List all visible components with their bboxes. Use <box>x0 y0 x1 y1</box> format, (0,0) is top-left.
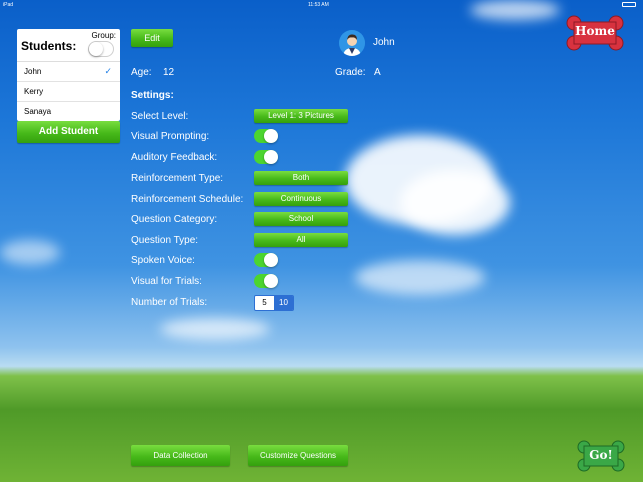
visual-prompting-label: Visual Prompting: <box>131 131 210 142</box>
spoken-voice-toggle[interactable] <box>254 253 278 267</box>
select-level-label: Select Level: <box>131 111 189 122</box>
number-of-trials-selector: 5 10 <box>254 295 294 311</box>
settings-heading: Settings: <box>131 90 174 101</box>
age-value: 12 <box>163 67 175 78</box>
add-student-button[interactable]: Add Student <box>17 121 120 143</box>
home-label: Home <box>575 24 615 38</box>
student-name: John <box>24 67 42 76</box>
select-level-button[interactable]: Level 1: 3 Pictures <box>254 109 348 123</box>
visual-prompting-toggle[interactable] <box>254 129 278 143</box>
grade-label: Grade: <box>335 67 366 78</box>
visual-for-trials-label: Visual for Trials: <box>131 276 202 287</box>
auditory-feedback-label: Auditory Feedback: <box>131 152 218 163</box>
question-type-label: Question Type: <box>131 235 199 246</box>
grade-value: A <box>374 67 381 78</box>
cloud-decoration <box>0 240 60 265</box>
edit-button[interactable]: Edit <box>131 29 173 47</box>
students-panel: Students: Group: John ✓ Kerry Sanaya <box>17 29 120 121</box>
reinforcement-schedule-button[interactable]: Continuous <box>254 192 348 206</box>
number-of-trials-label: Number of Trials: <box>131 297 208 308</box>
reinforcement-type-label: Reinforcement Type: <box>131 173 224 184</box>
checkmark-icon: ✓ <box>104 66 112 76</box>
student-name: Kerry <box>24 87 44 96</box>
group-toggle[interactable] <box>88 41 114 57</box>
go-button[interactable]: Go! <box>577 440 625 472</box>
student-row-kerry[interactable]: Kerry <box>17 82 120 102</box>
go-label: Go! <box>589 448 613 462</box>
student-row-sanaya[interactable]: Sanaya <box>17 102 120 121</box>
trials-option-10[interactable]: 10 <box>274 296 293 310</box>
students-panel-header: Students: Group: <box>17 29 120 62</box>
customize-questions-button[interactable]: Customize Questions <box>248 445 348 466</box>
person-icon <box>339 30 365 56</box>
auditory-feedback-toggle[interactable] <box>254 150 278 164</box>
students-title: Students: <box>21 39 77 53</box>
carrier-label: iPad <box>3 2 14 8</box>
student-row-john[interactable]: John ✓ <box>17 62 120 82</box>
trials-option-5[interactable]: 5 <box>255 296 274 310</box>
data-collection-button[interactable]: Data Collection <box>131 445 230 466</box>
home-button[interactable]: Home <box>566 15 624 51</box>
clock: 11:53 AM <box>308 2 329 8</box>
cloud-decoration <box>355 260 485 295</box>
group-label: Group: <box>91 31 116 40</box>
status-bar: iPad 11:53 AM <box>0 0 643 10</box>
question-category-button[interactable]: School <box>254 212 348 226</box>
reinforcement-type-button[interactable]: Both <box>254 171 348 185</box>
student-name: Sanaya <box>24 107 52 116</box>
cloud-decoration <box>400 170 510 235</box>
age-label: Age: <box>131 67 152 78</box>
visual-for-trials-toggle[interactable] <box>254 274 278 288</box>
student-avatar <box>339 30 365 56</box>
question-category-label: Question Category: <box>131 214 218 225</box>
reinforcement-schedule-label: Reinforcement Schedule: <box>131 194 244 205</box>
spoken-voice-label: Spoken Voice: <box>131 255 195 266</box>
cloud-decoration <box>160 318 270 340</box>
battery-icon <box>622 2 636 7</box>
question-type-button[interactable]: All <box>254 233 348 247</box>
student-name-heading: John <box>373 37 395 48</box>
